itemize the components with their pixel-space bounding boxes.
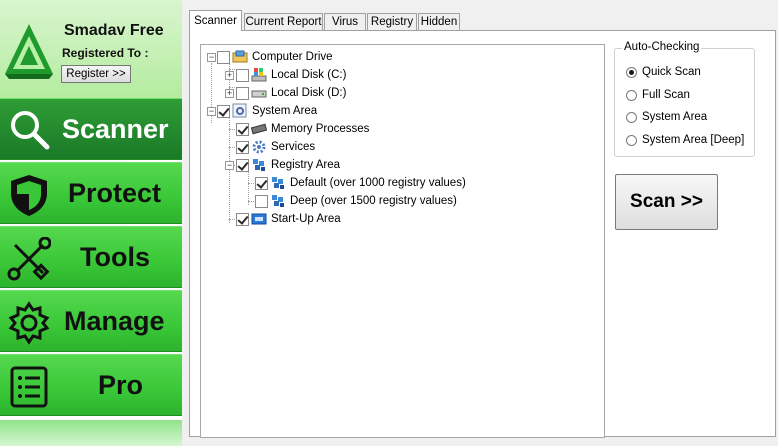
- startup-icon: [251, 211, 267, 227]
- nav-scanner-label: Scanner: [62, 113, 169, 144]
- checkbox-registry-default[interactable]: [255, 176, 268, 190]
- tree-expander-local-disk-c[interactable]: +: [225, 71, 234, 80]
- nav-scanner[interactable]: Scanner: [0, 98, 182, 160]
- radio-label: Full Scan: [642, 89, 690, 101]
- radio-label: System Area: [642, 111, 708, 123]
- tree-expander-system-area[interactable]: −: [207, 107, 216, 116]
- tree-node-registry-area[interactable]: Registry Area: [236, 157, 340, 173]
- scanner-panel: − Computer Drive + Local Disk (C:) + Loc…: [189, 30, 776, 438]
- registry-icon: [270, 193, 286, 209]
- list-document-icon: [10, 366, 48, 408]
- tree-label-local-disk-c: Local Disk (C:): [271, 69, 347, 81]
- nav-manage[interactable]: Manage: [0, 290, 182, 352]
- radio-dot[interactable]: [626, 111, 637, 123]
- tab-current-report[interactable]: Current Report: [244, 13, 323, 30]
- checkbox-registry-deep[interactable]: [255, 194, 268, 208]
- sidebar-footer: [0, 420, 182, 446]
- disk-icon: [251, 85, 267, 101]
- tree-node-registry-default[interactable]: Default (over 1000 registry values): [255, 175, 466, 191]
- tree-label-system-area: System Area: [252, 105, 318, 117]
- scan-target-tree[interactable]: − Computer Drive + Local Disk (C:) + Loc…: [200, 44, 605, 438]
- checkbox-system-area[interactable]: [217, 104, 230, 118]
- registered-to-label: Registered To :: [62, 46, 149, 60]
- checkbox-startup-area[interactable]: [236, 212, 249, 226]
- tree-label-services: Services: [271, 141, 316, 153]
- tree-node-local-disk-c[interactable]: Local Disk (C:): [236, 67, 346, 83]
- nav-protect[interactable]: Protect: [0, 162, 182, 224]
- radio-dot[interactable]: [626, 134, 637, 146]
- tree-expander-local-disk-d[interactable]: +: [225, 89, 234, 98]
- gear-icon: [8, 301, 50, 345]
- services-icon: [251, 139, 267, 155]
- scan-button[interactable]: Scan >>: [615, 174, 718, 230]
- checkbox-registry-area[interactable]: [236, 158, 249, 172]
- app-title: Smadav Free: [64, 22, 164, 39]
- tree-node-services[interactable]: Services: [236, 139, 315, 155]
- brand-header: Smadav Free Registered To : Register >>: [0, 0, 182, 98]
- radio-quick-scan[interactable]: Quick Scan: [626, 64, 701, 80]
- radio-dot[interactable]: [626, 66, 637, 78]
- tree-label-memory-processes: Memory Processes: [271, 123, 370, 135]
- radio-full-scan[interactable]: Full Scan: [626, 87, 690, 103]
- registry-icon: [270, 175, 286, 191]
- checkbox-services[interactable]: [236, 140, 249, 154]
- tree-expander-computer-drive[interactable]: −: [207, 53, 216, 62]
- tree-node-startup-area[interactable]: Start-Up Area: [236, 211, 341, 227]
- tree-label-local-disk-d: Local Disk (D:): [271, 87, 347, 99]
- radio-dot[interactable]: [626, 89, 637, 101]
- checkbox-computer-drive[interactable]: [217, 50, 230, 64]
- system-area-icon: [232, 103, 248, 119]
- tree-label-registry-default: Default (over 1000 registry values): [290, 177, 466, 189]
- tab-hidden[interactable]: Hidden: [418, 13, 460, 30]
- nav-tools[interactable]: Tools: [0, 226, 182, 288]
- tab-scanner[interactable]: Scanner: [189, 10, 242, 31]
- tree-expander-registry-area[interactable]: −: [225, 161, 234, 170]
- nav-protect-label: Protect: [68, 177, 162, 208]
- tree-node-registry-deep[interactable]: Deep (over 1500 registry values): [255, 193, 457, 209]
- nav-manage-label: Manage: [64, 305, 165, 336]
- computer-drive-icon: [232, 49, 248, 65]
- wrench-screwdriver-icon: [7, 237, 51, 281]
- radio-label: System Area [Deep]: [642, 134, 745, 146]
- sidebar: Smadav Free Registered To : Register >> …: [0, 0, 182, 446]
- tree-node-local-disk-d[interactable]: Local Disk (D:): [236, 85, 346, 101]
- tab-registry[interactable]: Registry: [367, 13, 417, 30]
- smadav-logo-icon: [5, 24, 53, 79]
- shield-icon: [11, 175, 47, 216]
- checkbox-local-disk-c[interactable]: [236, 68, 249, 82]
- radio-system-area[interactable]: System Area: [626, 109, 707, 125]
- auto-checking-group: Auto-Checking Quick Scan Full Scan Syste…: [614, 41, 755, 157]
- windows-disk-icon: [251, 67, 267, 83]
- auto-checking-title: Auto-Checking: [622, 41, 702, 53]
- checkbox-local-disk-d[interactable]: [236, 86, 249, 100]
- radio-system-area-deep[interactable]: System Area [Deep]: [626, 132, 744, 148]
- nav-tools-label: Tools: [80, 241, 150, 272]
- radio-label: Quick Scan: [642, 66, 701, 78]
- tree-node-memory-processes[interactable]: Memory Processes: [236, 121, 369, 137]
- tree-label-registry-area: Registry Area: [271, 159, 341, 171]
- tree-label-startup-area: Start-Up Area: [271, 213, 341, 225]
- nav-pro-label: Pro: [98, 369, 144, 400]
- nav-pro[interactable]: Pro: [0, 354, 182, 416]
- tree-node-computer-drive[interactable]: Computer Drive: [217, 49, 333, 65]
- tree-node-system-area[interactable]: System Area: [217, 103, 317, 119]
- register-button[interactable]: Register >>: [61, 65, 131, 83]
- checkbox-memory-processes[interactable]: [236, 122, 249, 136]
- tree-label-computer-drive: Computer Drive: [252, 51, 333, 63]
- tree-label-registry-deep: Deep (over 1500 registry values): [290, 195, 457, 207]
- magnifier-icon: [11, 111, 50, 150]
- memory-icon: [250, 121, 268, 137]
- tab-virus[interactable]: Virus: [324, 13, 366, 30]
- registry-icon: [251, 157, 267, 173]
